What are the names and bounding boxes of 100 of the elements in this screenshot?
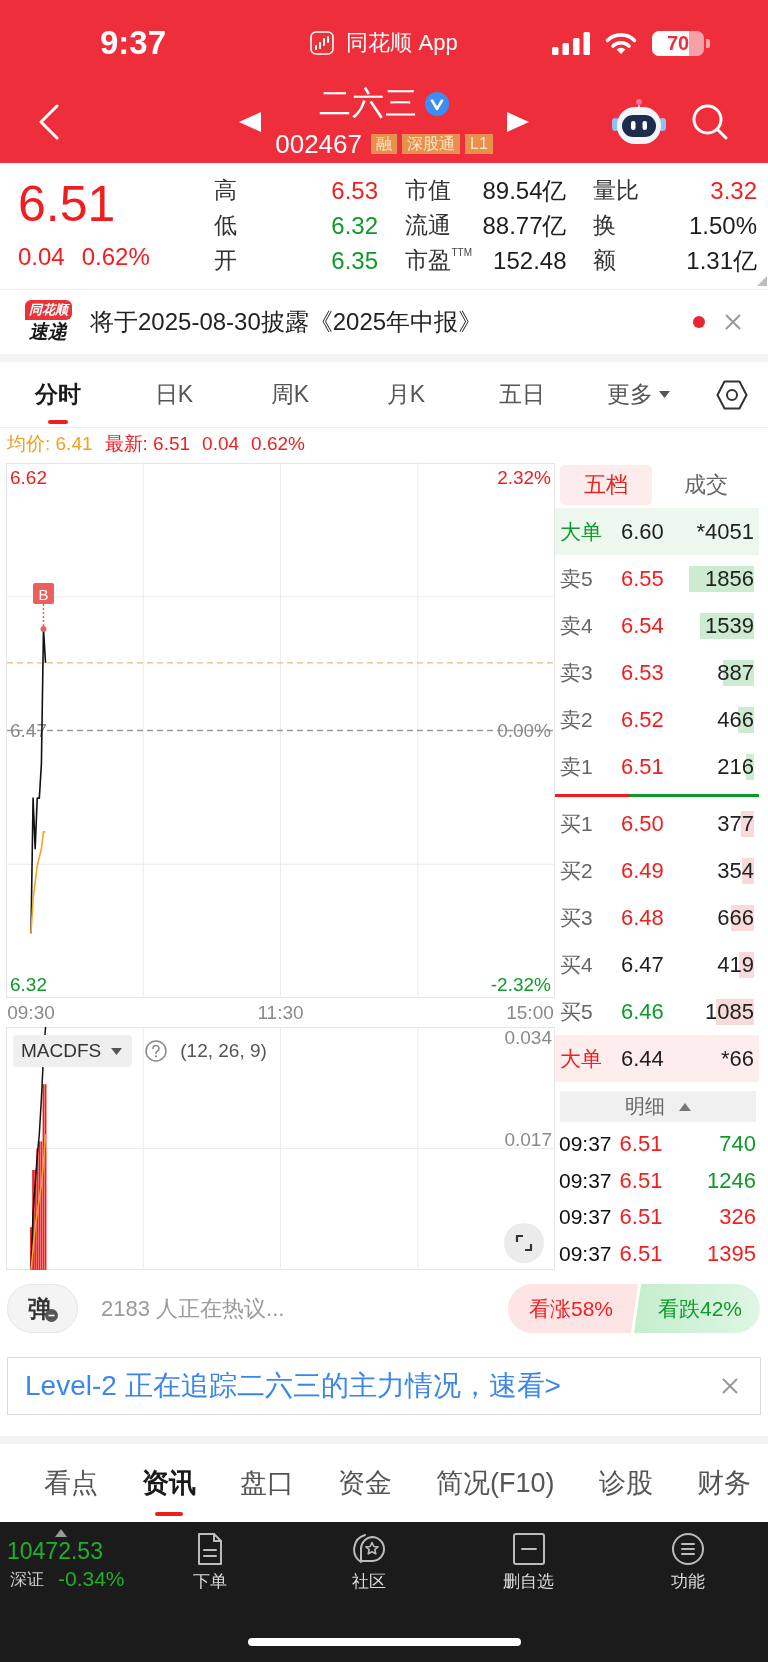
stat-label: 开 [214, 246, 237, 275]
danmaku-button[interactable]: 弹 [7, 1284, 78, 1333]
index-name: 深证 [10, 1568, 44, 1591]
status-time: 9:37 [100, 24, 167, 62]
trade-volume: 1246 [706, 1167, 756, 1194]
info-tab[interactable]: 资讯 [142, 1444, 196, 1522]
chart-tab[interactable]: 周K [232, 362, 348, 427]
vote-button[interactable]: 看涨58% [508, 1284, 638, 1333]
close-icon[interactable] [722, 1378, 738, 1394]
book-label: 卖3 [560, 659, 594, 686]
book-tab[interactable]: 五档 [560, 465, 652, 505]
book-price: 6.47 [621, 951, 664, 978]
summary-value: 最新: 6.51 [104, 432, 191, 456]
chart-tab[interactable]: 分时 [0, 362, 116, 427]
chart-tab[interactable]: 更多 [580, 362, 696, 427]
chart-tab[interactable]: 五日 [464, 362, 580, 427]
trade-price: 6.51 [619, 1240, 663, 1267]
book-price: 6.48 [621, 904, 664, 931]
time-axis-label: 09:30 [7, 1002, 55, 1023]
notice-text[interactable]: 将于2025-08-30披露《2025年中报》 [90, 306, 693, 338]
signal-icon [552, 31, 590, 55]
index-value: 10472.53 [6, 1537, 104, 1565]
trade-volume: 740 [718, 1131, 756, 1158]
book-label: 买5 [560, 998, 594, 1025]
chevron-left-icon[interactable] [38, 103, 60, 140]
indicator-params: (12, 26, 9) [180, 1040, 267, 1062]
stat-value: 6.35 [331, 246, 378, 275]
indicator-dropdown[interactable]: MACDFS [13, 1035, 133, 1067]
stat-value: 1.31亿 [686, 245, 757, 276]
robot-icon[interactable] [611, 98, 667, 145]
logo-tag: 同花顺 [24, 300, 72, 320]
stat-label: 高 [214, 176, 237, 205]
close-icon[interactable] [725, 314, 741, 330]
caret-down-icon [658, 391, 670, 398]
trade-price: 6.51 [619, 1204, 663, 1231]
triangle-up-icon[interactable] [55, 1529, 67, 1537]
stock-tag: L1 [465, 134, 493, 154]
book-price: 6.54 [621, 612, 664, 639]
toolbar-button[interactable]: 删自选 [503, 1532, 555, 1593]
book-volume: *4051 [696, 518, 754, 545]
menu-icon [671, 1532, 706, 1566]
summary-value: 均价: 6.41 [7, 432, 93, 456]
book-label: 卖1 [560, 753, 594, 780]
stat-label: 市值 [404, 176, 451, 205]
settings-icon[interactable] [716, 379, 748, 410]
stat-value: 1.50% [688, 211, 757, 240]
battery-indicator: 70 [652, 30, 710, 56]
detail-toggle[interactable]: 明细 [560, 1091, 756, 1122]
stat-label: 量比 [593, 176, 639, 205]
book-label: 大单 [560, 518, 603, 545]
trade-time: 09:37 [559, 1132, 612, 1157]
triangle-left-icon[interactable] [239, 111, 262, 132]
expand-icon[interactable] [504, 1223, 544, 1263]
stat-label: 市盈$^{TTM}$ [404, 246, 473, 275]
book-tab[interactable]: 成交 [652, 465, 759, 505]
info-tab[interactable]: 看点 [44, 1444, 98, 1522]
book-volume: 1539 [700, 612, 754, 639]
book-volume: 354 [717, 857, 754, 884]
stock-title: 二六三 [319, 84, 418, 123]
stock-tag: 融 [371, 134, 397, 154]
info-tab[interactable]: 诊股 [598, 1444, 653, 1522]
percent-axis-label: 2.32% [497, 466, 551, 488]
stat-value: 3.32 [710, 176, 757, 205]
toolbar-button[interactable]: 社区 [352, 1532, 387, 1593]
stat-label: 低 [214, 211, 237, 240]
book-label: 大单 [560, 1045, 603, 1072]
stat-label: 额 [593, 246, 616, 275]
stat-value: 88.77亿 [482, 210, 567, 241]
book-volume: 1085 [705, 998, 754, 1025]
info-tab[interactable]: 资金 [338, 1444, 392, 1522]
price-axis-label: 6.32 [10, 973, 47, 995]
chart-tab[interactable]: 日K [116, 362, 232, 427]
triangle-right-icon[interactable] [506, 111, 529, 132]
app-icon[interactable] [310, 31, 335, 55]
trade-price: 6.51 [619, 1131, 663, 1158]
book-label: 买1 [560, 810, 594, 837]
star-bubble-icon [352, 1532, 387, 1566]
help-icon[interactable] [145, 1040, 168, 1062]
info-tab[interactable]: 财务 [696, 1444, 751, 1522]
stat-label: 流通 [404, 211, 451, 240]
percent-axis-label: -2.32% [490, 973, 551, 995]
book-volume: 419 [717, 951, 754, 978]
logo-text: 速递 [29, 320, 67, 344]
book-label: 卖4 [560, 612, 594, 639]
minus-square-icon [511, 1532, 546, 1566]
info-tab[interactable]: 盘口 [240, 1444, 294, 1522]
axis-label: 0.017 [504, 1128, 552, 1150]
book-label: 卖2 [560, 706, 594, 733]
chart-tab[interactable]: 月K [348, 362, 464, 427]
book-price: 6.55 [621, 565, 664, 592]
toolbar-button[interactable]: 功能 [671, 1532, 706, 1593]
search-icon[interactable] [692, 103, 728, 140]
summary-value: 0.62% [251, 433, 305, 455]
info-tab[interactable]: 简况(F10) [436, 1444, 555, 1522]
book-volume: 216 [717, 753, 754, 780]
book-volume: 466 [717, 706, 754, 733]
app-name[interactable]: 同花顺 App [346, 28, 458, 58]
promo-link[interactable]: Level-2 正在追踪二六三的主力情况，速看> [25, 1367, 561, 1405]
book-volume: 377 [717, 810, 754, 837]
toolbar-button[interactable]: 下单 [192, 1532, 227, 1593]
